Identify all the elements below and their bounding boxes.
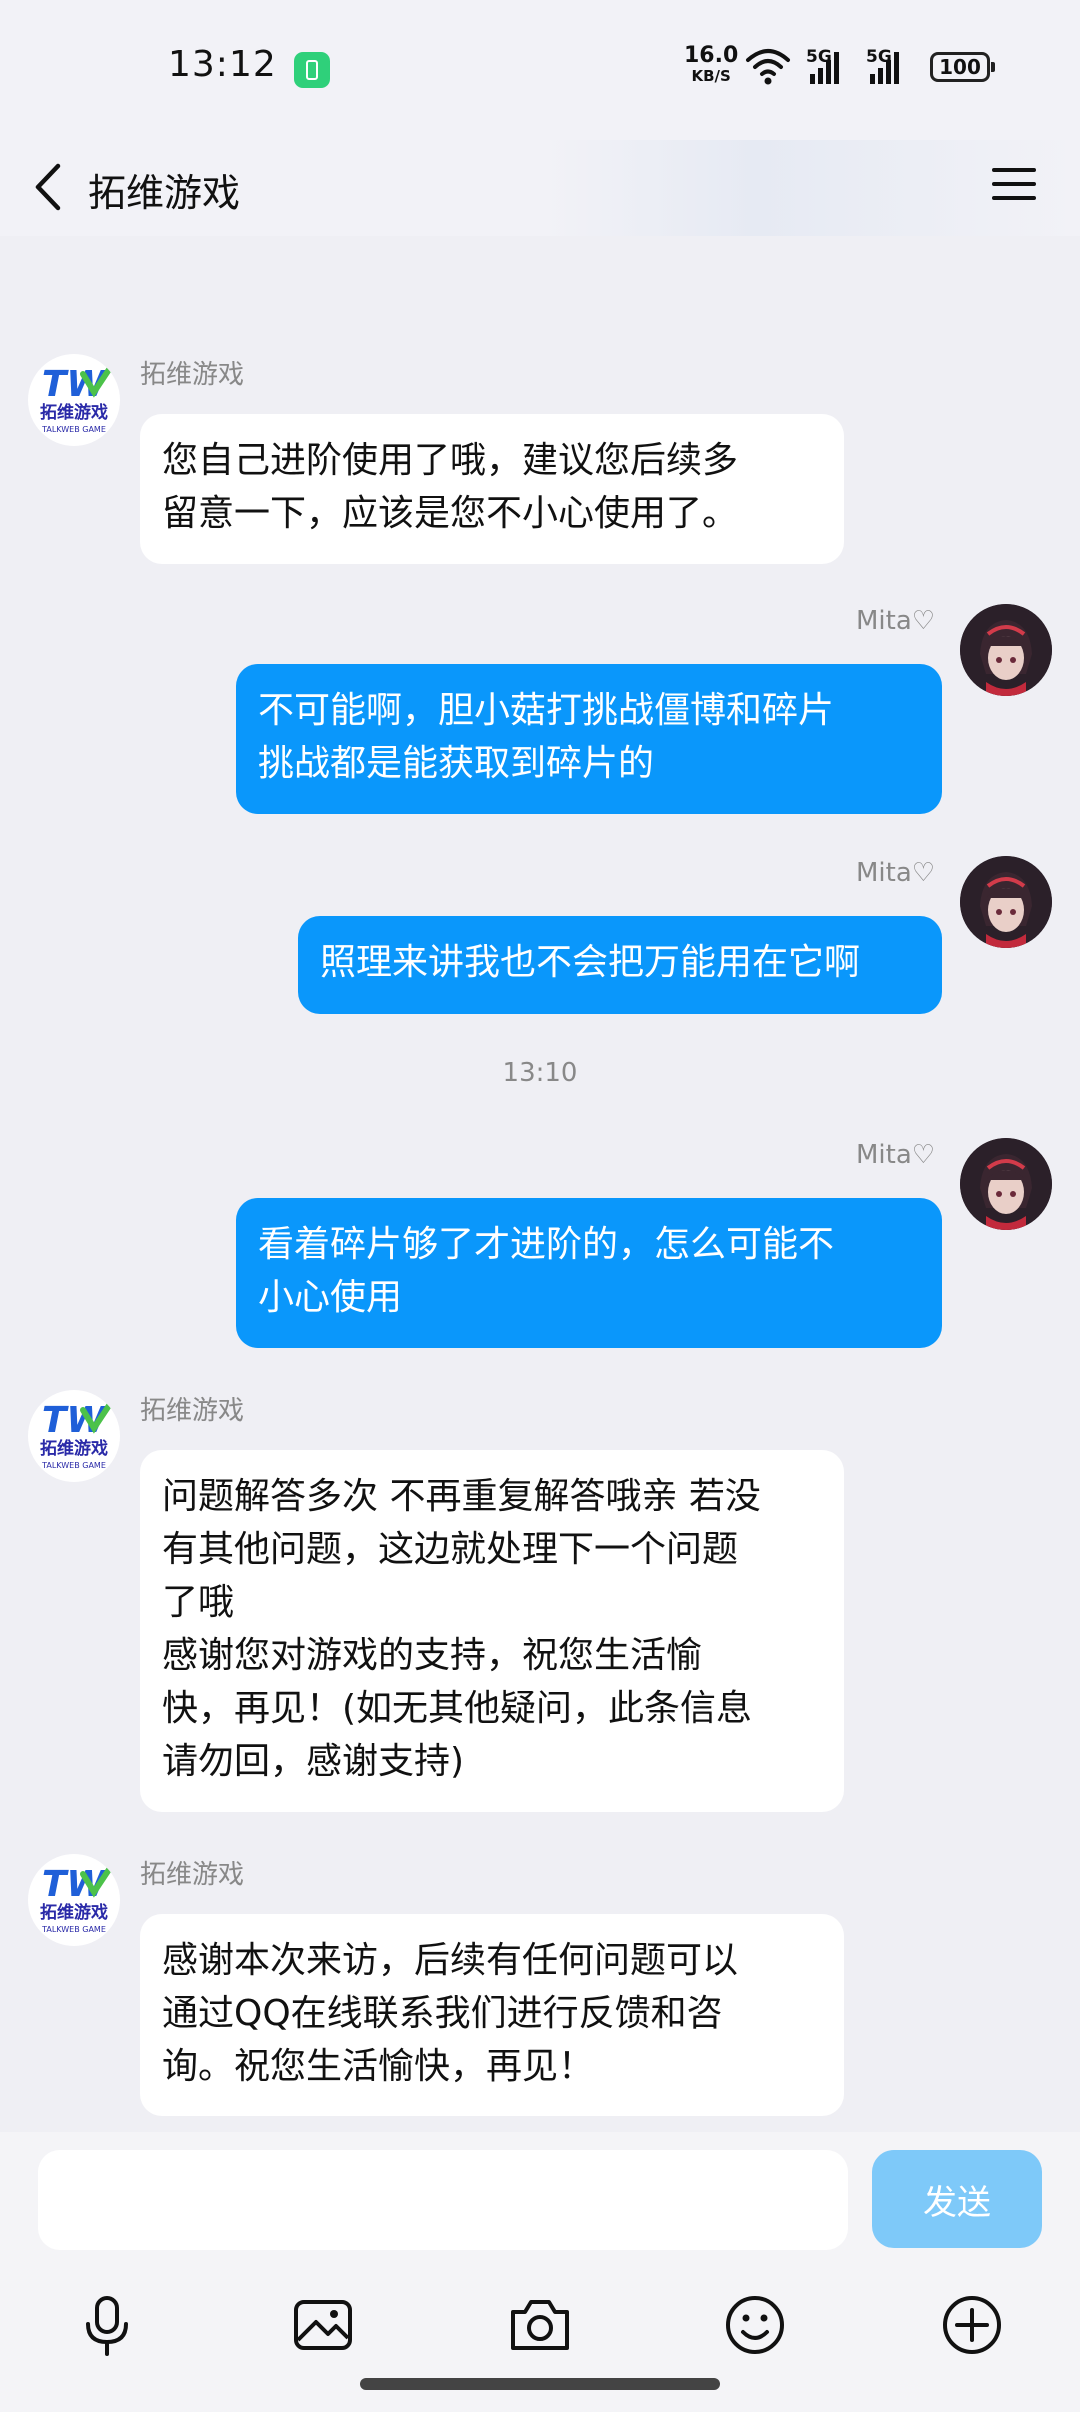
avatar-bot[interactable]: TW 拓维游戏 TALKWEB GAME: [28, 1854, 120, 1946]
avatar-user[interactable]: [960, 604, 1052, 696]
microphone-icon[interactable]: [72, 2290, 142, 2360]
chat-header: 拓维游戏: [0, 140, 1080, 236]
composer-toolbar: [0, 2290, 1080, 2380]
user-avatar-icon: [960, 856, 1052, 948]
network-speed-value: 16.0: [684, 43, 739, 68]
time-separator: 13:10: [502, 1058, 578, 1088]
message-bubble-outgoing[interactable]: 不可能啊，胆小菇打挑战僵博和碎片 挑战都是能获取到碎片的: [236, 664, 942, 814]
sender-name: 拓维游戏: [140, 1396, 245, 1426]
sender-name: Mita♡: [856, 858, 936, 888]
plus-circle-icon[interactable]: [937, 2290, 1007, 2360]
svg-text:TALKWEB GAME: TALKWEB GAME: [41, 425, 106, 434]
composer: 发送: [0, 2132, 1080, 2412]
avatar-user[interactable]: [960, 856, 1052, 948]
talkweb-logo-icon: TW 拓维游戏 TALKWEB GAME: [40, 1400, 113, 1470]
avatar-user[interactable]: [960, 1138, 1052, 1230]
user-avatar-icon: [960, 1138, 1052, 1230]
status-time: 13:12: [168, 44, 277, 85]
wifi-icon: [746, 49, 790, 76]
svg-text:拓维游戏: 拓维游戏: [40, 1438, 108, 1459]
battery-saver-icon: [294, 52, 330, 88]
message-bubble-incoming[interactable]: 您自己进阶使用了哦，建议您后续多 留意一下，应该是您不小心使用了。: [140, 414, 844, 564]
message-bubble-incoming[interactable]: 感谢本次来访，后续有任何问题可以 通过QQ在线联系我们进行反馈和咨 询。祝您生活…: [140, 1914, 844, 2116]
svg-text:拓维游戏: 拓维游戏: [40, 402, 108, 423]
avatar-bot[interactable]: TW 拓维游戏 TALKWEB GAME: [28, 354, 120, 446]
network-speed: 16.0 KB/S: [684, 43, 739, 86]
message-bubble-outgoing[interactable]: 照理来讲我也不会把万能用在它啊: [298, 916, 942, 1014]
svg-text:TALKWEB GAME: TALKWEB GAME: [41, 1461, 106, 1470]
image-icon[interactable]: [288, 2290, 358, 2360]
emoji-icon[interactable]: [720, 2290, 790, 2360]
message-bubble-outgoing[interactable]: 看着碎片够了才进阶的，怎么可能不 小心使用: [236, 1198, 942, 1348]
sender-name: 拓维游戏: [140, 1860, 245, 1890]
sender-name: Mita♡: [856, 606, 936, 636]
talkweb-logo-icon: TW 拓维游戏 TALKWEB GAME: [40, 364, 113, 434]
message-bubble-incoming[interactable]: 问题解答多次 不再重复解答哦亲 若没 有其他问题，这边就处理下一个问题 了哦 感…: [140, 1450, 844, 1812]
user-avatar-icon: [960, 604, 1052, 696]
svg-text:拓维游戏: 拓维游戏: [40, 1902, 108, 1923]
sender-name: 拓维游戏: [140, 360, 245, 390]
message-list[interactable]: TW 拓维游戏 TALKWEB GAME 拓维游戏 您自己进阶使用了哦，建议您后…: [0, 236, 1080, 2132]
svg-text:TALKWEB GAME: TALKWEB GAME: [41, 1925, 106, 1934]
sender-name: Mita♡: [856, 1140, 936, 1170]
send-button[interactable]: 发送: [872, 2150, 1042, 2248]
avatar-bot[interactable]: TW 拓维游戏 TALKWEB GAME: [28, 1390, 120, 1482]
network-speed-unit: KB/S: [691, 67, 731, 85]
signal-status-icons: 5G 5G: [746, 47, 899, 85]
talkweb-logo-icon: TW 拓维游戏 TALKWEB GAME: [40, 1864, 113, 1934]
message-input[interactable]: [38, 2150, 848, 2250]
hamburger-menu-icon[interactable]: [990, 154, 1038, 214]
battery-icon: 100: [930, 52, 995, 82]
chevron-left-icon[interactable]: [22, 152, 82, 222]
home-indicator[interactable]: [360, 2378, 720, 2390]
status-bar: 13:12 16.0 KB/S 5G 5G 100: [0, 0, 1080, 140]
camera-icon[interactable]: [505, 2290, 575, 2360]
chat-title: 拓维游戏: [88, 171, 241, 215]
